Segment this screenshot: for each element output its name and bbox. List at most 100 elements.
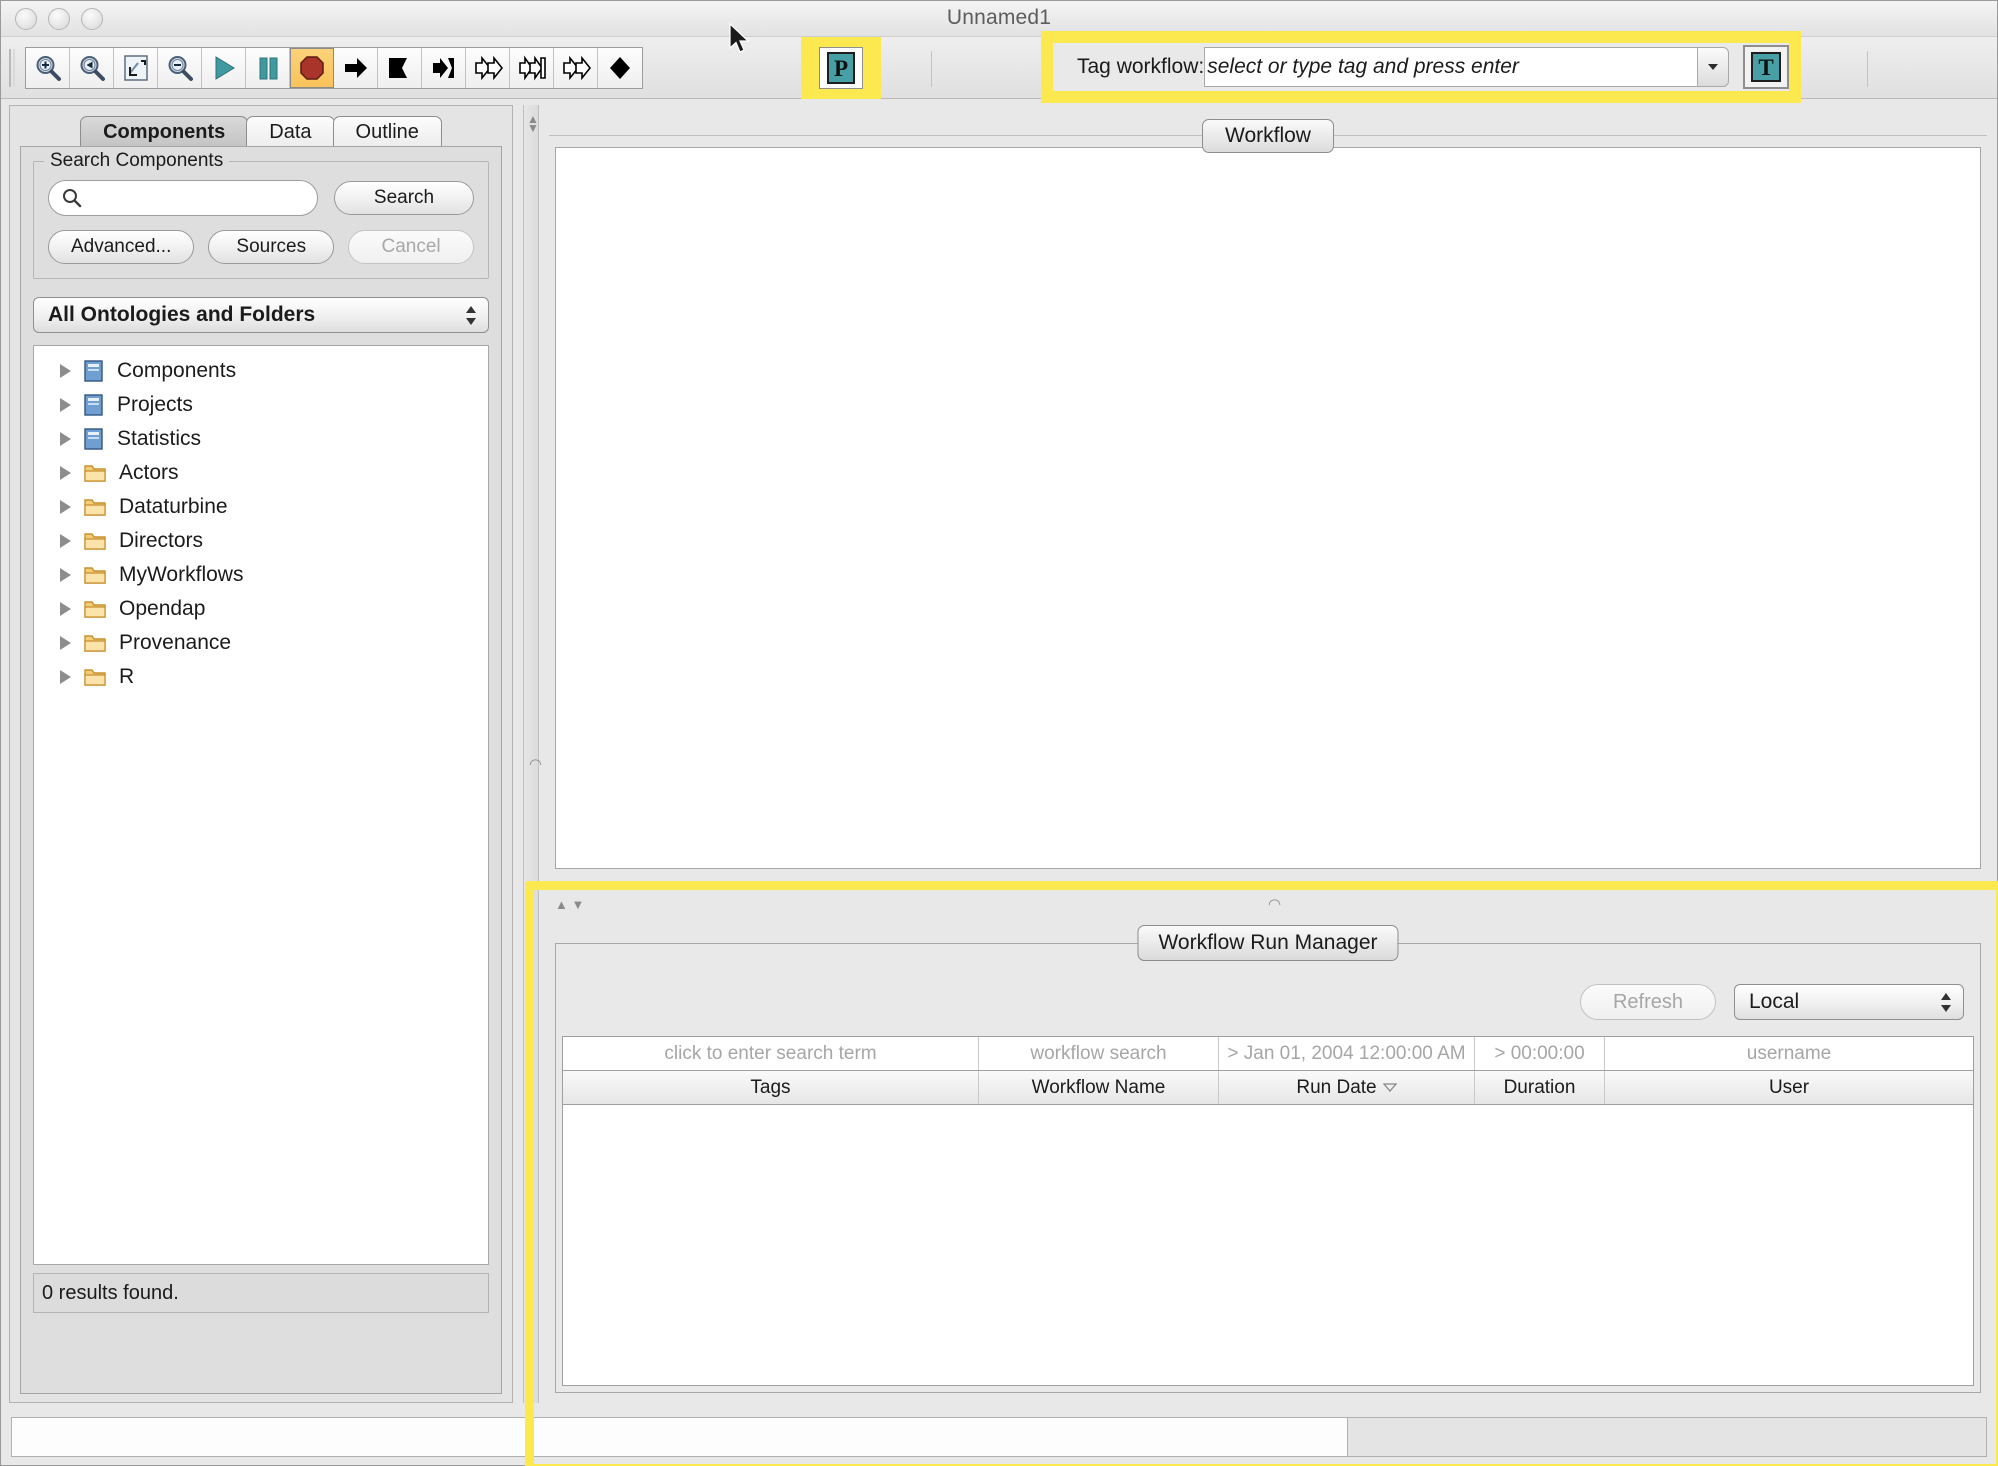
tree-item-label: Components [117, 359, 237, 382]
application-window: Unnamed1 P Tag workflow: select or type … [0, 0, 1998, 1466]
tree-item[interactable]: Projects [34, 388, 488, 422]
workflow-canvas[interactable] [555, 147, 1981, 869]
column-header-run-date[interactable]: Run Date [1219, 1071, 1475, 1104]
expand-arrow-icon[interactable] [60, 534, 71, 548]
tag-workflow-input[interactable]: select or type tag and press enter [1204, 47, 1697, 87]
filter-workflow-name[interactable]: workflow search [979, 1037, 1219, 1070]
folder-icon [84, 533, 106, 550]
advanced-button[interactable]: Advanced... [48, 230, 195, 264]
tab-workflow[interactable]: Workflow [1202, 119, 1334, 153]
search-actions-row: Advanced... Sources Cancel [48, 230, 474, 264]
results-status: 0 results found. [33, 1273, 489, 1313]
column-header-duration[interactable]: Duration [1475, 1071, 1605, 1104]
source-select-stepper[interactable] [1933, 988, 1959, 1017]
tag-icon: T [1751, 52, 1781, 82]
step-into-icon[interactable] [422, 48, 466, 88]
expand-arrow-icon[interactable] [60, 466, 71, 480]
step-icon[interactable] [334, 48, 378, 88]
component-tree[interactable]: Components Projects Statistics Actors Da… [33, 345, 489, 1265]
tree-item-label: Provenance [119, 631, 232, 654]
run-table-filter-row: click to enter search term workflow sear… [563, 1037, 1973, 1071]
tab-workflow-run-manager[interactable]: Workflow Run Manager [1137, 925, 1399, 961]
splitter-collapse-arrows[interactable]: ▲ ▼ [527, 113, 539, 134]
tree-item[interactable]: MyWorkflows [34, 558, 488, 592]
status-resize-grip[interactable] [1347, 1417, 1987, 1457]
run-splitter-arrows[interactable]: ▲ ▼ [555, 897, 584, 912]
sort-descending-icon [1382, 1083, 1397, 1092]
tree-item-label: R [119, 665, 135, 688]
folder-icon [84, 499, 106, 516]
pause-icon[interactable] [246, 48, 290, 88]
expand-arrow-icon[interactable] [60, 636, 71, 650]
filter-duration[interactable]: > 00:00:00 [1475, 1037, 1605, 1070]
tab-outline[interactable]: Outline [332, 116, 442, 148]
zoom-back-icon[interactable] [70, 48, 114, 88]
filter-user[interactable]: username [1605, 1037, 1973, 1070]
left-panel-tabs: Components Data Outline [10, 112, 512, 148]
expand-arrow-icon[interactable] [60, 364, 71, 378]
column-header-workflow-name[interactable]: Workflow Name [979, 1071, 1219, 1104]
folder-icon [84, 567, 106, 584]
sources-button[interactable]: Sources [208, 230, 335, 264]
run-table-body[interactable] [563, 1105, 1973, 1385]
zoom-fit-icon[interactable] [114, 48, 158, 88]
resume-icon[interactable] [554, 48, 598, 88]
expand-arrow-icon[interactable] [60, 432, 71, 446]
splitter-handle[interactable]: ◠ [529, 755, 542, 773]
folder-icon [84, 465, 106, 482]
filter-run-date[interactable]: > Jan 01, 2004 12:00:00 AM [1219, 1037, 1475, 1070]
tree-item[interactable]: Statistics [34, 422, 488, 456]
run-splitter-handle[interactable]: ◠ [1268, 895, 1281, 913]
tree-item[interactable]: Directors [34, 524, 488, 558]
tree-item[interactable]: Components [34, 354, 488, 388]
tag-workflow-dropdown-arrow[interactable] [1697, 47, 1729, 87]
expand-arrow-icon[interactable] [60, 670, 71, 684]
refresh-button: Refresh [1579, 984, 1716, 1020]
search-row: Search [48, 180, 474, 216]
source-select[interactable]: Local [1734, 984, 1964, 1020]
provenance-button-highlight: P [801, 37, 881, 99]
tab-components[interactable]: Components [80, 116, 249, 148]
run-to-icon[interactable] [378, 48, 422, 88]
step-out-icon[interactable] [510, 48, 554, 88]
tag-workflow-label: Tag workflow: [1077, 55, 1205, 78]
breakpoint-icon[interactable] [598, 48, 642, 88]
ontology-select[interactable]: All Ontologies and Folders [33, 297, 489, 333]
workflow-canvas-area: Workflow [549, 105, 1987, 875]
tag-workflow-bar: Tag workflow: select or type tag and pre… [1053, 43, 1789, 91]
ontology-select-stepper[interactable] [458, 301, 484, 330]
toolbar-grip[interactable] [9, 49, 15, 87]
run-manager-body: Refresh Local click to enter search term… [555, 943, 1981, 1393]
tab-data[interactable]: Data [246, 116, 335, 148]
cancel-button: Cancel [348, 230, 474, 264]
filter-tags[interactable]: click to enter search term [563, 1037, 979, 1070]
run-icon[interactable] [202, 48, 246, 88]
tree-item[interactable]: Dataturbine [34, 490, 488, 524]
search-button[interactable]: Search [334, 181, 474, 215]
expand-arrow-icon[interactable] [60, 500, 71, 514]
zoom-out-icon[interactable] [158, 48, 202, 88]
tree-item-label: MyWorkflows [119, 563, 244, 586]
tree-item[interactable]: Provenance [34, 626, 488, 660]
step-over-icon[interactable] [466, 48, 510, 88]
expand-arrow-icon[interactable] [60, 568, 71, 582]
tag-button[interactable]: T [1743, 45, 1789, 89]
expand-arrow-icon[interactable] [60, 398, 71, 412]
tree-item[interactable]: R [34, 660, 488, 694]
stop-icon[interactable] [290, 48, 334, 88]
folder-icon [84, 635, 106, 652]
source-select-value: Local [1749, 990, 1800, 1013]
column-header-user[interactable]: User [1605, 1071, 1973, 1104]
provenance-button[interactable]: P [819, 47, 863, 89]
left-splitter[interactable]: ▲ ▼ ◠ [523, 105, 542, 1403]
toolbar-button-group [25, 47, 643, 89]
zoom-in-icon[interactable] [26, 48, 70, 88]
tag-workflow-placeholder: select or type tag and press enter [1207, 55, 1519, 78]
search-input[interactable] [48, 180, 318, 216]
column-header-tags[interactable]: Tags [563, 1071, 979, 1104]
search-group-title: Search Components [44, 150, 230, 172]
tree-item[interactable]: Actors [34, 456, 488, 490]
tree-item[interactable]: Opendap [34, 592, 488, 626]
mouse-cursor [729, 23, 750, 53]
expand-arrow-icon[interactable] [60, 602, 71, 616]
